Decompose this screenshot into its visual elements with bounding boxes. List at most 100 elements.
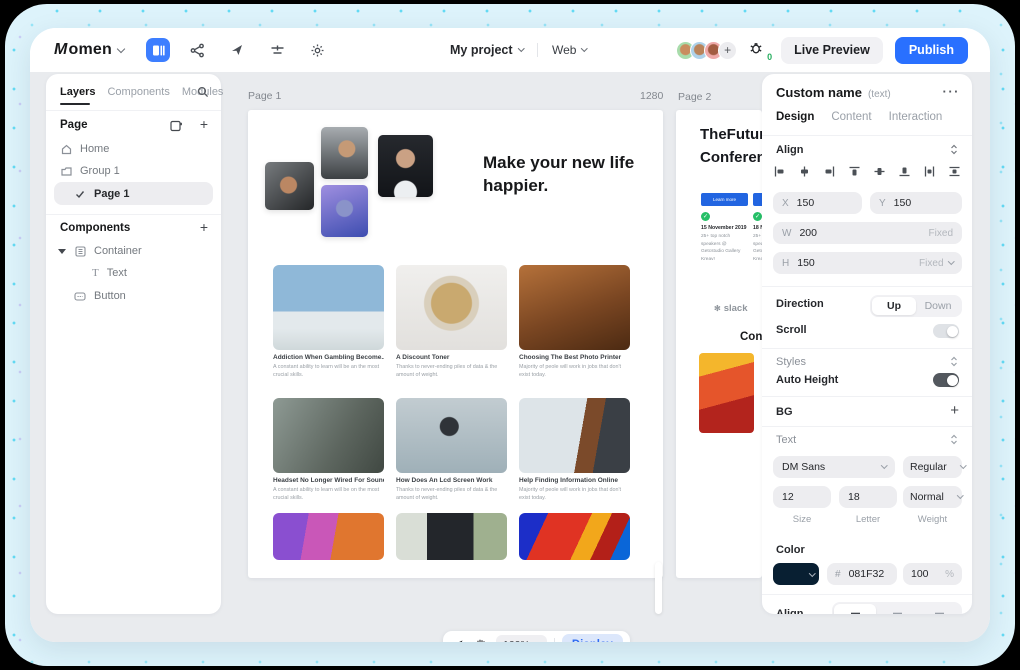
text-align-option[interactable]	[876, 604, 918, 614]
sidebar-item-group1[interactable]: Group 1	[60, 165, 120, 177]
add-page-button[interactable]: +	[200, 117, 208, 131]
opacity-input[interactable]: 100 %	[903, 563, 962, 585]
height-input[interactable]: H 150 Fixed	[773, 252, 962, 274]
collapse-section-button[interactable]	[949, 354, 959, 372]
font-size-input[interactable]: 12	[773, 486, 831, 508]
align-top-icon[interactable]	[849, 166, 860, 177]
component-item-text[interactable]: T Text	[92, 267, 127, 279]
y-position-input[interactable]: Y 150	[870, 192, 962, 214]
add-component-button[interactable]: +	[200, 220, 208, 234]
publish-button[interactable]: Publish	[895, 37, 968, 64]
component-item-container[interactable]: Container	[58, 245, 142, 257]
page1-frame[interactable]: Make your new life happier. Addiction Wh…	[248, 110, 663, 578]
collapse-section-button[interactable]	[949, 142, 959, 160]
align-center-horizontal-icon[interactable]	[799, 166, 810, 177]
direction-up-option[interactable]: Up	[872, 297, 916, 315]
caret-down-icon[interactable]	[58, 249, 66, 254]
align-right-icon[interactable]	[824, 166, 835, 177]
distribute-horizontal-icon[interactable]	[924, 166, 935, 177]
text-icon: T	[92, 267, 99, 279]
component-item-button[interactable]: Button	[74, 290, 126, 302]
app-window: Momen	[30, 28, 990, 642]
cursor-tool-button[interactable]	[224, 37, 250, 63]
article-card[interactable]: A Discount Toner Thanks to never-ending …	[396, 265, 507, 379]
live-preview-button[interactable]: Live Preview	[781, 37, 883, 64]
color-hex-input[interactable]: # 081F32	[827, 563, 897, 585]
sidebar-item-page1[interactable]: Page 1	[54, 182, 213, 205]
page2-frame[interactable]: TheFuture Conference Learn more ✓ ✓ 15 N…	[676, 110, 762, 578]
article-card[interactable]: How Does An Lcd Screen Work Thanks to ne…	[396, 398, 507, 502]
display-button[interactable]: Display	[562, 634, 623, 642]
portrait-image[interactable]	[378, 135, 433, 197]
align-left-icon[interactable]	[774, 166, 785, 177]
layout-tool-button[interactable]	[146, 38, 170, 62]
search-button[interactable]	[197, 85, 209, 103]
text-align-option[interactable]	[918, 604, 960, 614]
auto-height-toggle[interactable]	[933, 373, 959, 387]
share-nodes-button[interactable]	[184, 37, 210, 63]
learn-more-button[interactable]	[753, 193, 762, 206]
tab-layers[interactable]: Layers	[60, 86, 95, 98]
canvas-scrollbar[interactable]	[655, 562, 662, 614]
card-image[interactable]	[273, 513, 384, 560]
tab-components[interactable]: Components	[107, 86, 169, 98]
card-image[interactable]	[519, 513, 630, 560]
add-bg-button[interactable]: +	[950, 403, 959, 418]
x-position-input[interactable]: X 150	[773, 192, 862, 214]
settings-button[interactable]	[304, 37, 330, 63]
button-icon	[74, 290, 86, 302]
dash-icon	[851, 612, 860, 615]
debug-button[interactable]: 0	[749, 40, 769, 60]
platform-selector[interactable]: Web	[552, 43, 587, 57]
align-center-vertical-icon[interactable]	[874, 166, 885, 177]
distribute-vertical-icon[interactable]	[949, 166, 960, 177]
collapse-section-button[interactable]	[949, 432, 959, 450]
text-align-option[interactable]	[834, 604, 876, 614]
card-image[interactable]	[396, 513, 507, 560]
learn-more-button[interactable]: Learn more	[701, 193, 748, 206]
article-card[interactable]: Headset No Longer Wired For Sound A cons…	[273, 398, 384, 502]
auto-height-label: Auto Height	[776, 374, 838, 386]
direction-down-option[interactable]: Down	[916, 297, 960, 315]
more-menu-button[interactable]: ···	[943, 84, 961, 99]
add-folder-button[interactable]	[170, 119, 183, 137]
tab-interaction[interactable]: Interaction	[889, 111, 943, 123]
pointer-tool-button[interactable]	[450, 637, 466, 643]
letter-spacing-input[interactable]: 18	[839, 486, 897, 508]
height-mode-select[interactable]: Fixed	[919, 258, 953, 269]
tab-content[interactable]: Content	[831, 111, 871, 123]
app-logo[interactable]: Momen	[54, 41, 124, 59]
font-family-select[interactable]: DM Sans	[773, 456, 895, 478]
page1-heading[interactable]: Make your new life happier.	[483, 152, 648, 198]
portrait-image[interactable]	[265, 162, 314, 210]
width-input[interactable]: W 200 Fixed	[773, 222, 962, 244]
page-section-title: Page	[60, 119, 88, 131]
page1-label[interactable]: Page 1	[248, 90, 281, 102]
tab-design[interactable]: Design	[776, 111, 814, 123]
project-selector[interactable]: My project	[450, 43, 523, 57]
page2-label[interactable]: Page 2	[678, 91, 711, 103]
page2-image[interactable]	[699, 353, 754, 433]
card-image	[273, 265, 384, 350]
card-description: Majority of peole will work in jobs that…	[519, 363, 630, 379]
scroll-toggle[interactable]	[933, 324, 959, 338]
article-card[interactable]: Help Finding Information Online Majority…	[519, 398, 630, 502]
article-card[interactable]: Addiction When Gambling Become... A cons…	[273, 265, 384, 379]
invite-collaborator-button[interactable]: +	[718, 41, 737, 60]
width-mode[interactable]: Fixed	[929, 228, 953, 239]
font-style-select[interactable]: Regular	[903, 456, 962, 478]
canvas-footer-toolbar: 100% Display	[443, 631, 630, 642]
page2-heading[interactable]: TheFuture Conference	[700, 123, 762, 170]
component-item-label: Container	[94, 245, 142, 257]
hand-tool-button[interactable]	[473, 637, 489, 643]
portrait-image[interactable]	[321, 185, 368, 237]
align-bottom-icon[interactable]	[899, 166, 910, 177]
color-swatch-select[interactable]	[773, 563, 819, 585]
zoom-level-select[interactable]: 100%	[496, 635, 547, 642]
layout-icon	[152, 44, 165, 57]
article-card[interactable]: Choosing The Best Photo Printer Majority…	[519, 265, 630, 379]
sliders-button[interactable]	[264, 37, 290, 63]
sidebar-item-home[interactable]: Home	[60, 143, 109, 155]
font-weight-select[interactable]: Normal	[903, 486, 962, 508]
portrait-image[interactable]	[321, 127, 368, 179]
